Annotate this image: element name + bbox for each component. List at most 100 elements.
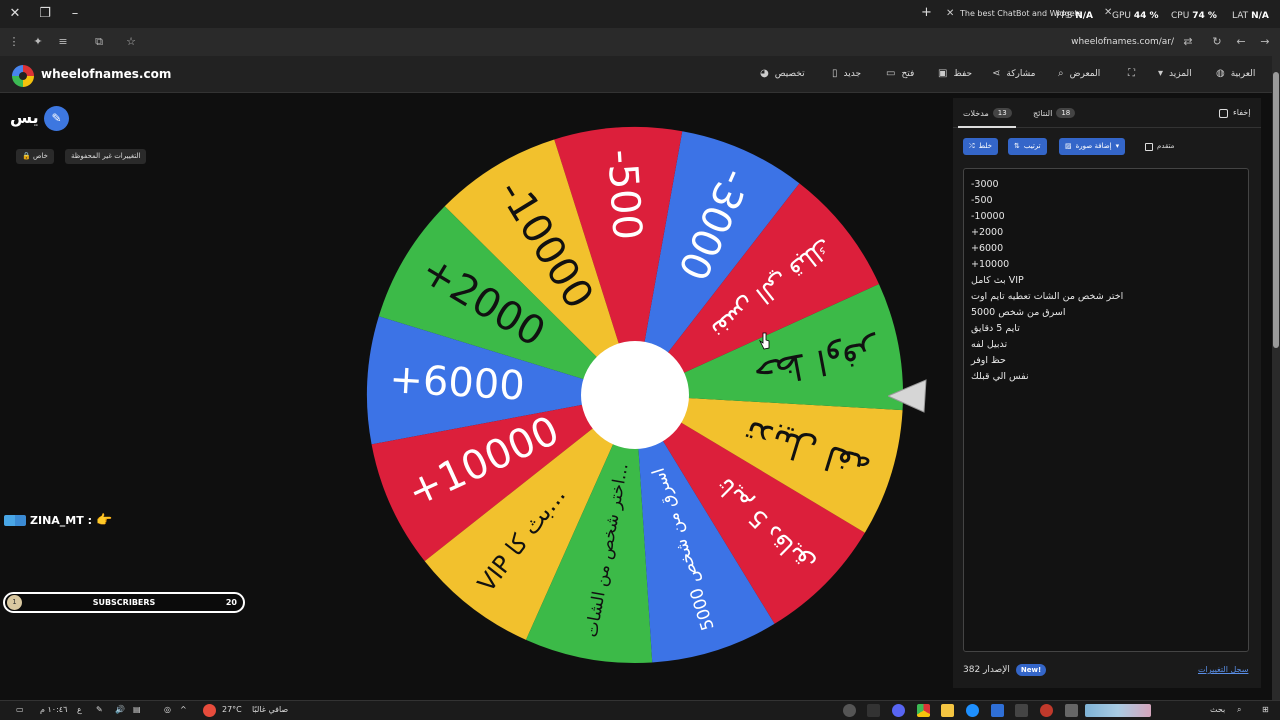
private-chip[interactable]: 🔒 خاص — [16, 149, 54, 164]
edit-title-button[interactable]: ✎ — [44, 106, 69, 131]
changelog-link[interactable]: سجل التغييرات — [1198, 665, 1248, 674]
wheel-pointer-icon — [888, 379, 927, 413]
discord-icon[interactable] — [892, 704, 905, 717]
weather-text[interactable]: صافي غالبًا — [252, 705, 288, 714]
tab-entries[interactable]: مدخلات 13 — [963, 108, 1012, 118]
tab-results[interactable]: النتائج 18 — [1033, 108, 1076, 118]
entries-textarea[interactable]: -3000 -500 -10000 +2000 +6000 +10000 بث … — [963, 168, 1249, 652]
forward-icon[interactable]: ← — [1233, 34, 1249, 50]
entry-line: +10000 — [971, 259, 1010, 270]
chrome-icon[interactable] — [917, 704, 930, 717]
entry-line: تدبيل لفه — [971, 339, 1008, 350]
advanced-checkbox[interactable] — [1145, 143, 1153, 151]
subscribers-goal: 20 — [225, 598, 237, 607]
nav-gallery[interactable]: ⌕ المعرض — [1058, 68, 1100, 79]
active-tab-indicator — [958, 126, 1016, 128]
search-icon[interactable]: ⌕ — [1237, 705, 1241, 715]
nav-share[interactable]: ⋖ مشاركة — [992, 68, 1035, 79]
shuffle-icon: ⤮ — [969, 142, 975, 150]
nav-save[interactable]: ▣ حفظ — [938, 68, 972, 79]
file-explorer-icon[interactable] — [941, 704, 954, 717]
nav-new[interactable]: ▯ جديد — [832, 68, 861, 79]
search-highlight-icon[interactable] — [1085, 704, 1151, 717]
results-count-badge: 18 — [1056, 108, 1076, 118]
minimize-window-icon[interactable]: – — [66, 5, 84, 23]
add-image-button[interactable]: ▨ إضافة صورة ▾ — [1059, 138, 1126, 155]
nav-open[interactable]: ▭ فتح — [886, 68, 914, 79]
app-icon[interactable] — [991, 704, 1004, 717]
tray-expand-icon[interactable]: ^ — [180, 705, 187, 714]
start-icon[interactable]: ⊞ — [1262, 705, 1269, 714]
version-info: الإصدار 382 New! — [963, 664, 1047, 676]
app-icon[interactable] — [1040, 704, 1053, 717]
entry-line: +2000 — [971, 227, 1004, 238]
entries-count-badge: 13 — [992, 108, 1012, 118]
new-tab-icon[interactable]: + — [921, 5, 932, 20]
scrollbar-thumb[interactable] — [1273, 72, 1279, 348]
entry-line: -500 — [971, 195, 993, 206]
store-icon[interactable] — [1015, 704, 1028, 717]
mouse-cursor-icon — [759, 332, 770, 350]
lock-icon: 🔒 — [22, 152, 31, 160]
entry-line: -3000 — [971, 179, 999, 190]
globe-icon: ◍ — [1216, 68, 1225, 79]
menu-dots-icon[interactable]: ⋮ — [6, 34, 22, 50]
screenshot-icon[interactable]: ⧉ — [91, 34, 107, 50]
chevron-down-icon: ▾ — [1158, 68, 1164, 79]
nav-more[interactable]: ▾ المزيد — [1158, 68, 1192, 79]
fullscreen-icon: ⛶ — [1128, 68, 1135, 79]
weather-icon[interactable] — [203, 704, 216, 717]
wheel[interactable]: -3000-500-10000+2000+6000+10000VIP بث كا… — [360, 120, 920, 680]
reader-icon[interactable]: ≡ — [55, 34, 71, 50]
close-window-icon[interactable]: ✕ — [6, 5, 24, 23]
notifications-icon[interactable]: ▭ — [16, 705, 24, 714]
advanced-label: متقدم — [1157, 142, 1175, 150]
nav-language[interactable]: ◍ العربية — [1216, 68, 1255, 79]
wheel-segment-label: -500 — [598, 148, 650, 242]
volume-icon[interactable]: 🔊 — [115, 705, 125, 714]
back-icon[interactable]: → — [1257, 34, 1273, 50]
cpu-stat: CPU 74 % — [1171, 11, 1217, 21]
reload-icon[interactable]: ↻ — [1209, 34, 1225, 50]
chevron-down-icon: ▾ — [1115, 142, 1120, 150]
weather-temp[interactable]: 27°C — [222, 705, 242, 714]
wheel-center[interactable] — [581, 341, 689, 449]
entry-line: -10000 — [971, 211, 1005, 222]
bookmark-star-icon[interactable]: ☆ — [123, 34, 139, 50]
taskbar-language[interactable]: ع — [77, 705, 82, 714]
gpu-stat: GPU 44 % — [1112, 11, 1159, 21]
chat-user: ZINA_MT : 👉 — [4, 513, 112, 528]
site-settings-icon[interactable]: ⇄ — [1180, 34, 1196, 50]
entry-line: نفس الي قبلك — [971, 371, 1029, 382]
taskbar-clock[interactable]: ١٠:٤٦ م — [40, 705, 67, 714]
taskbar-search[interactable]: بحث — [1210, 705, 1225, 714]
nav-customize[interactable]: ◕ تخصيص — [760, 68, 805, 79]
folder-icon: ▭ — [886, 68, 896, 79]
fps-stat: FPS N/A — [1056, 11, 1093, 21]
wheel-logo-icon[interactable] — [12, 65, 34, 87]
app-icon[interactable] — [867, 704, 880, 717]
entry-line: اسرق من شخص 5000 — [971, 307, 1066, 318]
nav-fullscreen[interactable]: ⛶ — [1128, 68, 1135, 79]
tab-close-icon[interactable]: ✕ — [946, 8, 954, 19]
entry-line: حظ اوفر — [971, 355, 1006, 366]
edge-icon[interactable] — [966, 704, 979, 717]
share-icon: ⋖ — [992, 68, 1001, 79]
maximize-window-icon[interactable]: ❐ — [36, 5, 54, 23]
app-navbar: wheelofnames.com ◕ تخصيص ▯ جديد ▭ فتح ▣ حفظ … — [0, 56, 1272, 93]
clock-app-icon[interactable] — [843, 704, 856, 717]
network-icon[interactable]: ▤ — [133, 705, 141, 714]
sort-button[interactable]: ⇅ ترتيب — [1008, 138, 1047, 155]
site-name[interactable]: wheelofnames.com — [41, 67, 171, 81]
shuffle-button[interactable]: ⤮ خلط — [963, 138, 998, 155]
panel-tabs: مدخلات 13 النتائج 18 إخفاء — [953, 98, 1261, 128]
entries-panel: مدخلات 13 النتائج 18 إخفاء ⤮ خلط ⇅ ترتيب ▨… — [953, 98, 1261, 688]
url-field[interactable]: wheelofnames.com/ar/ — [1071, 37, 1174, 47]
task-view-icon[interactable] — [1065, 704, 1078, 717]
pen-icon[interactable]: ✎ — [96, 705, 103, 714]
unsaved-changes-chip[interactable]: التغييرات غير المحفوظة — [65, 149, 147, 164]
tray-icon[interactable]: ◎ — [164, 705, 171, 714]
hide-checkbox[interactable] — [1219, 109, 1228, 118]
new-badge[interactable]: New! — [1015, 664, 1047, 676]
extension-icon[interactable]: ✦ — [30, 34, 46, 50]
